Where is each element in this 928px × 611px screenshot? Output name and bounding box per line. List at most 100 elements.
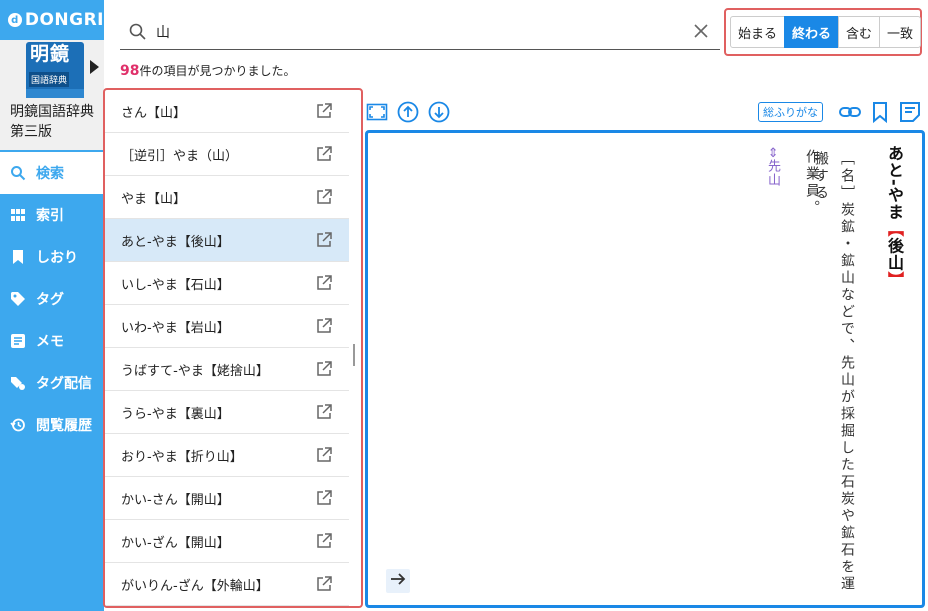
search-icon: [128, 22, 148, 42]
result-list: さん【山】 ［逆引］やま（山） やま【山】 あと-やま【後山】 いし-やま【石山…: [103, 88, 363, 608]
list-item-label: やま【山】: [121, 191, 187, 207]
headword-kanji: 後山: [885, 237, 904, 272]
list-item[interactable]: うら-やま【裏山】: [105, 391, 349, 434]
result-count-number: 98: [120, 63, 140, 79]
open-external-icon[interactable]: [315, 102, 333, 120]
list-item[interactable]: うばすて-やま【姥捨山】: [105, 348, 349, 391]
sidebar-item-history[interactable]: 閲覧履歴: [0, 404, 104, 446]
open-external-icon[interactable]: [315, 532, 333, 550]
list-item-label: いわ-やま【岩山】: [121, 320, 230, 336]
link-icon[interactable]: [838, 100, 862, 124]
open-external-icon[interactable]: [315, 145, 333, 163]
previous-entry-icon[interactable]: [397, 101, 419, 123]
list-item-label: うら-やま【裏山】: [121, 406, 230, 422]
sidebar-item-label: しおり: [36, 250, 78, 266]
mode-button-ends[interactable]: 終わる: [784, 16, 839, 48]
fullscreen-icon[interactable]: [366, 101, 388, 123]
book-cover-title: 明鏡: [30, 43, 71, 65]
list-item-label: かい-ざん【開山】: [121, 535, 230, 551]
logo-icon: d: [8, 13, 22, 27]
tag-share-icon: [10, 375, 26, 391]
entry-toolbar-right: [838, 100, 928, 124]
sidebar-item-index[interactable]: 索引: [0, 194, 104, 236]
next-entry-icon[interactable]: [428, 101, 450, 123]
open-external-icon[interactable]: [315, 403, 333, 421]
open-external-icon[interactable]: [315, 446, 333, 464]
list-item[interactable]: やま【山】: [105, 176, 349, 219]
list-item[interactable]: いわ-やま【岩山】: [105, 305, 349, 348]
headword-reading: あと-やま: [885, 145, 904, 221]
bookmark-icon: [10, 249, 26, 265]
headword-bracket-close: 】: [885, 271, 904, 289]
grid-icon: [10, 207, 26, 223]
search-mode-group: 始まる 終わる 含む 一致: [724, 8, 922, 56]
open-external-icon[interactable]: [315, 575, 333, 593]
sidebar-item-tag-distribution[interactable]: タグ配信: [0, 362, 104, 404]
list-item-selected[interactable]: あと-やま【後山】: [105, 219, 349, 262]
list-item[interactable]: ［逆引］やま（山）: [105, 133, 349, 176]
entry-content: あと-やま【後山】 ［名］炭鉱・鉱山などで、先山が採掘した石炭や鉱石を運搬する …: [365, 130, 925, 608]
list-item-label: うばすて-やま【姥捨山】: [121, 363, 269, 379]
mode-button-contains[interactable]: 含む: [838, 16, 880, 48]
logo-text: DONGRI: [24, 10, 104, 30]
scrollbar-thumb[interactable]: [353, 344, 355, 366]
book-cover-image: 明鏡 国語辞典: [26, 42, 84, 98]
search-bar: [120, 14, 720, 50]
list-item-label: いし-やま【石山】: [121, 277, 230, 293]
list-item[interactable]: がいりん-ざん【外輪山】: [105, 563, 349, 606]
book-cover-band: [26, 89, 84, 98]
sidebar-item-label: タグ: [36, 292, 64, 308]
sidebar-item-bookmarks[interactable]: しおり: [0, 236, 104, 278]
sidebar-item-tags[interactable]: タグ: [0, 278, 104, 320]
open-external-icon[interactable]: [315, 231, 333, 249]
mode-button-starts[interactable]: 始まる: [730, 16, 785, 48]
sidebar-item-label: メモ: [36, 334, 64, 350]
list-item-label: あと-やま【後山】: [121, 234, 230, 250]
sidebar: d DONGRI 明鏡 国語辞典 明鏡国語辞典第三版 検索 索引 しおり タグ …: [0, 0, 104, 611]
clear-icon[interactable]: [692, 22, 710, 40]
open-external-icon[interactable]: [315, 274, 333, 292]
open-external-icon[interactable]: [315, 489, 333, 507]
scroll-next-button[interactable]: [386, 569, 410, 593]
entry-headword: あと-やま【後山】: [882, 145, 906, 289]
sidebar-nav: 検索 索引 しおり タグ メモ タグ配信 閲覧履歴: [0, 152, 104, 446]
list-item-label: おり-やま【折り山】: [121, 449, 243, 465]
list-item-label: かい-さん【開山】: [121, 492, 230, 508]
sidebar-item-label: 閲覧履歴: [36, 418, 92, 434]
list-item[interactable]: かい-ざん【開山】: [105, 520, 349, 563]
entry-toolbar-left: [366, 101, 459, 123]
open-external-icon[interactable]: [315, 317, 333, 335]
list-item[interactable]: おり-やま【折り山】: [105, 434, 349, 477]
memo-icon[interactable]: [898, 100, 922, 124]
list-item[interactable]: いし-やま【石山】: [105, 262, 349, 305]
play-arrow-icon[interactable]: [90, 60, 99, 74]
book-cover-subtitle: 国語辞典: [29, 72, 70, 87]
result-count-suffix: 件の項目が見つかりました。: [139, 64, 296, 78]
list-item[interactable]: かい-さん【開山】: [105, 477, 349, 520]
dictionary-selector[interactable]: 明鏡 国語辞典 明鏡国語辞典第三版: [0, 40, 104, 150]
sidebar-item-memo[interactable]: メモ: [0, 320, 104, 362]
search-input[interactable]: [156, 23, 676, 40]
list-item-label: ［逆引］やま（山）: [121, 148, 239, 164]
bookmark-icon[interactable]: [868, 100, 892, 124]
list-item[interactable]: さん【山】: [105, 90, 349, 133]
tag-icon: [10, 291, 26, 307]
open-external-icon[interactable]: [315, 188, 333, 206]
app-logo: d DONGRI: [0, 0, 104, 40]
memo-icon: [10, 333, 26, 349]
search-icon: [10, 165, 26, 181]
entry-antonym-link[interactable]: ⇔先山: [763, 147, 782, 187]
list-item-label: さん【山】: [121, 105, 187, 121]
sidebar-item-label: タグ配信: [36, 376, 92, 392]
sidebar-item-label: 索引: [36, 208, 64, 224]
open-external-icon[interactable]: [315, 360, 333, 378]
book-title: 明鏡国語辞典第三版: [10, 104, 94, 140]
mode-button-exact[interactable]: 一致: [879, 16, 921, 48]
entry-definition-line-1: ［名］炭鉱・鉱山などで、先山が採掘した石炭や鉱石を運搬する: [813, 151, 855, 593]
sidebar-item-label: 検索: [36, 166, 64, 182]
sidebar-item-search[interactable]: 検索: [0, 152, 104, 194]
furigana-button[interactable]: 総ふりがな: [758, 102, 823, 122]
arrow-right-icon: [389, 570, 407, 592]
history-icon: [10, 417, 26, 433]
entry-definition-line-2: 作業員。: [804, 149, 820, 217]
